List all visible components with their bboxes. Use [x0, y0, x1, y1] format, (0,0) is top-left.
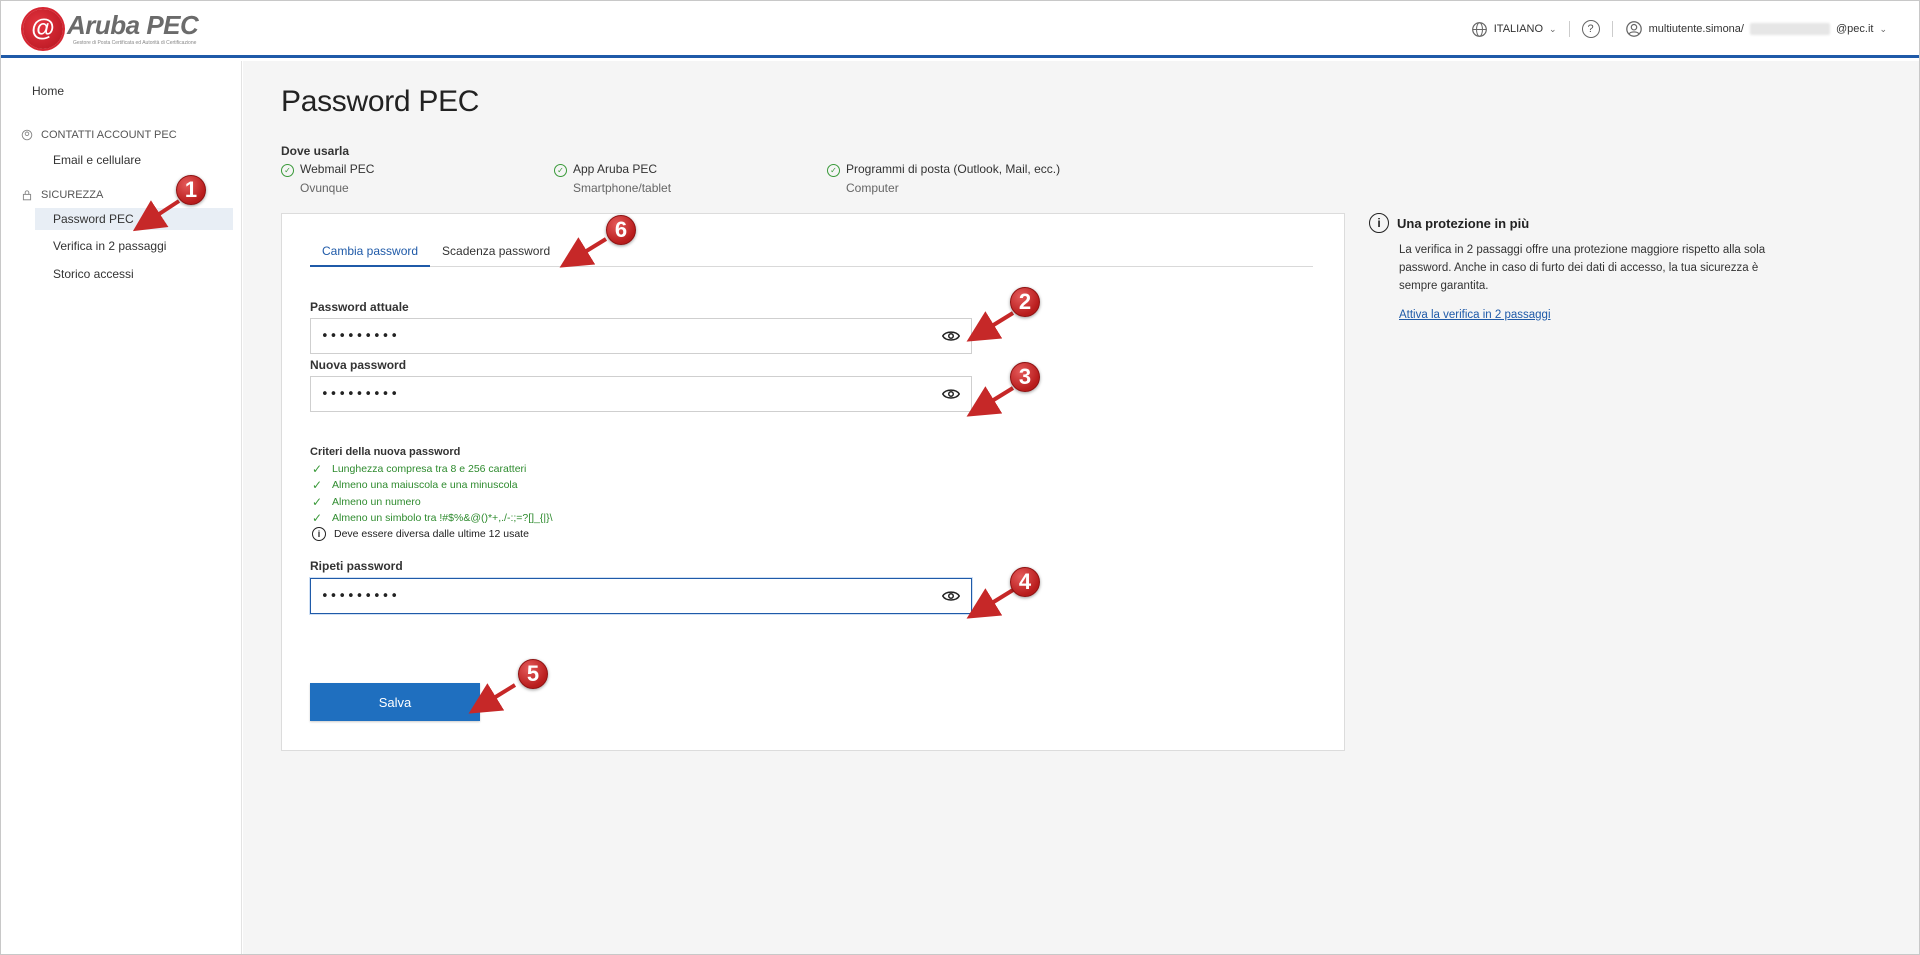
annotation-badge-1: 1	[176, 175, 206, 205]
tab-change-password[interactable]: Cambia password	[310, 238, 431, 267]
sidebar-section-security: SICUREZZA	[21, 189, 103, 201]
annotation-badge-2: 2	[1010, 287, 1040, 317]
help-icon[interactable]: ?	[1581, 20, 1600, 38]
info-icon: i	[1369, 213, 1389, 233]
sidebar-item-password[interactable]: Password PEC	[35, 208, 233, 230]
activate-2step-link[interactable]: Attiva la verifica in 2 passaggi	[1399, 309, 1551, 321]
sidebar: Home CONTATTI ACCOUNT PEC Email e cellul…	[1, 61, 242, 954]
globe-icon	[1471, 21, 1487, 37]
sidebar-section-contacts: CONTATTI ACCOUNT PEC	[21, 129, 177, 141]
at-seal-icon: @	[23, 9, 63, 49]
save-button[interactable]: Salva	[310, 683, 480, 721]
criteria-info-item: i Deve essere diversa dalle ultime 12 usa…	[312, 527, 529, 541]
checkmark-icon: ✓	[312, 462, 323, 476]
chevron-down-icon: ⌄	[1879, 23, 1887, 34]
eye-icon[interactable]	[941, 384, 961, 404]
check-circle-icon: ✓	[827, 164, 840, 177]
logo-subtitle: Gestore di Posta Certificata ed Autorità…	[73, 40, 197, 46]
info-header: i Una protezione in più	[1369, 213, 1789, 233]
new-password-label: Nuova password	[310, 358, 407, 372]
new-password-field	[310, 376, 972, 412]
language-label: ITALIANO	[1493, 23, 1544, 35]
current-password-input[interactable]	[321, 328, 941, 344]
section-label: CONTATTI ACCOUNT PEC	[41, 129, 177, 141]
logo-brand: Aruba PEC	[67, 10, 199, 40]
user-email-prefix: multiutente.simona/	[1648, 23, 1744, 35]
criteria-item: ✓ Almeno un simbolo tra !#$%&@()*+,./-:;=…	[312, 511, 553, 525]
chevron-down-icon: ⌄	[1549, 23, 1557, 34]
check-circle-icon: ✓	[554, 164, 567, 177]
repeat-password-label: Ripeti password	[310, 559, 403, 573]
sidebar-item-label: Password PEC	[53, 212, 134, 226]
password-card: Cambia password Scadenza password Passwo…	[281, 213, 1345, 751]
top-header: @ Aruba PEC Gestore di Posta Certificata…	[1, 1, 1919, 58]
tab-password-expiry[interactable]: Scadenza password	[430, 238, 562, 267]
current-password-label: Password attuale	[310, 300, 409, 314]
divider	[1611, 21, 1613, 37]
divider	[1568, 21, 1570, 37]
tab-bar: Cambia password Scadenza password	[310, 238, 1313, 267]
sidebar-item-label: Verifica in 2 passaggi	[53, 239, 167, 253]
sidebar-item-email[interactable]: Email e cellulare	[35, 149, 233, 171]
checkmark-icon: ✓	[312, 511, 323, 525]
annotation-badge-4: 4	[1010, 567, 1040, 597]
main-content: Password PEC Dove usarla ✓ Webmail PEC Ov…	[243, 61, 1919, 954]
eye-icon[interactable]	[941, 326, 961, 346]
aruba-pec-logo[interactable]: @ Aruba PEC Gestore di Posta Certificata…	[23, 9, 199, 49]
criteria-title: Criteri della nuova password	[310, 446, 461, 458]
sidebar-item-label: Storico accessi	[53, 267, 134, 281]
info-body: La verifica in 2 passaggi offre una prot…	[1399, 244, 1766, 292]
check-circle-icon: ✓	[281, 164, 294, 177]
annotation-badge-3: 3	[1010, 362, 1040, 392]
lock-icon	[22, 190, 32, 201]
user-icon	[1625, 21, 1642, 37]
repeat-password-input[interactable]	[321, 588, 941, 604]
sidebar-item-history[interactable]: Storico accessi	[35, 263, 233, 285]
annotation-badge-6: 6	[606, 215, 636, 245]
new-password-input[interactable]	[321, 386, 941, 402]
info-icon: i	[312, 527, 326, 541]
info-title: Una protezione in più	[1397, 215, 1530, 231]
where-item-webmail: ✓ Webmail PEC Ovunque	[281, 162, 374, 195]
header-actions: ITALIANO ⌄ ? multiutente.simona/ @pec.it …	[1471, 17, 1887, 41]
user-email-suffix: @pec.it	[1835, 23, 1874, 35]
annotation-badge-5: 5	[518, 659, 548, 689]
where-title: Dove usarla	[281, 144, 350, 158]
criteria-item: ✓ Almeno un numero	[312, 495, 421, 509]
checkmark-icon: ✓	[312, 495, 323, 509]
eye-icon[interactable]	[941, 586, 961, 606]
user-icon	[21, 129, 33, 141]
where-item-app: ✓ App Aruba PEC Smartphone/tablet	[554, 162, 671, 195]
language-selector[interactable]: ITALIANO ⌄	[1471, 21, 1557, 38]
checkmark-icon: ✓	[312, 478, 323, 492]
sidebar-item-home[interactable]: Home	[32, 84, 64, 98]
sidebar-item-label: Email e cellulare	[53, 153, 142, 167]
section-label: SICUREZZA	[41, 189, 104, 201]
user-menu[interactable]: multiutente.simona/ @pec.it ⌄	[1625, 20, 1887, 38]
repeat-password-field	[310, 578, 972, 614]
sidebar-item-2step[interactable]: Verifica in 2 passaggi	[35, 235, 233, 257]
redacted-email	[1749, 23, 1830, 35]
page-title: Password PEC	[281, 85, 480, 118]
criteria-item: ✓ Lunghezza compresa tra 8 e 256 caratter…	[312, 462, 527, 476]
current-password-field	[310, 318, 972, 354]
info-panel: i Una protezione in più La verifica in 2…	[1369, 213, 1789, 323]
where-item-client: ✓ Programmi di posta (Outlook, Mail, ecc…	[827, 162, 1060, 195]
criteria-item: ✓ Almeno una maiuscola e una minuscola	[312, 478, 518, 492]
